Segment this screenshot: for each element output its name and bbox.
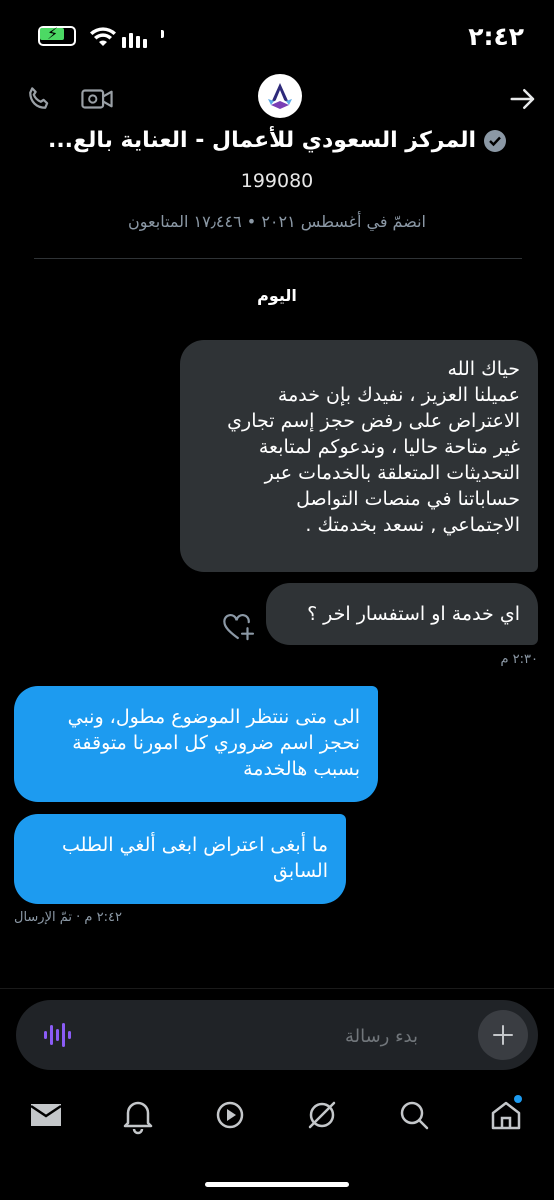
message-bubble-incoming[interactable]: حياك الله عميلنا العزيز ، نفيدك بإن خدمة…: [180, 340, 538, 572]
arrow-right-icon[interactable]: [508, 84, 538, 114]
message-input[interactable]: [116, 1015, 420, 1057]
waveform-icon[interactable]: [42, 1020, 72, 1050]
avatar[interactable]: [258, 74, 302, 118]
message-status: ٢:٤٢ م · تمّ الإرسال: [14, 910, 122, 925]
add-attachment-button[interactable]: [478, 1010, 528, 1060]
bell-icon[interactable]: [108, 1085, 168, 1145]
composer-divider: [0, 988, 554, 989]
verified-badge-icon: [484, 130, 507, 152]
mail-icon[interactable]: [16, 1085, 76, 1145]
conversation-title[interactable]: المركز السعودي للأعمال - العناية بالع...: [48, 128, 476, 153]
message-timestamp: ٢:٣٠ م: [500, 652, 538, 667]
header-divider: [34, 258, 522, 259]
status-time: ٢:٤٢: [468, 22, 524, 51]
home-icon[interactable]: [476, 1085, 536, 1145]
video-icon[interactable]: [80, 84, 114, 114]
home-indicator: [205, 1182, 349, 1187]
heart-plus-icon[interactable]: [222, 612, 256, 642]
conversation-title-row: المركز السعودي للأعمال - العناية بالع...: [0, 128, 554, 153]
signal-icon: [122, 33, 147, 48]
search-icon[interactable]: [384, 1085, 444, 1145]
message-bubble-outgoing[interactable]: ما أبغى اعتراض ابغى ألغي الطلب السابق: [14, 814, 346, 904]
battery-icon: ⚡: [38, 24, 164, 46]
day-label: اليوم: [257, 286, 297, 305]
message-bubble-incoming[interactable]: اي خدمة او استفسار اخر ؟: [266, 583, 538, 645]
message-composer: [16, 1000, 538, 1070]
message-bubble-outgoing[interactable]: الى متى ننتظر الموضوع مطول، ونبي نحجز اس…: [14, 686, 378, 802]
wifi-icon: [90, 27, 116, 46]
tab-bar: [0, 1085, 554, 1155]
plus-icon: [493, 1025, 513, 1045]
status-icons: ⚡: [38, 24, 164, 50]
conversation-handle: 199080: [240, 170, 314, 192]
play-icon[interactable]: [200, 1085, 260, 1145]
phone-icon[interactable]: [24, 84, 54, 114]
conversation-meta: انضمّ في أغسطس ٢٠٢١ • ١٧٫٤٤٦ المتابعون: [128, 212, 426, 231]
grok-icon[interactable]: [292, 1085, 352, 1145]
logo-icon: [268, 83, 292, 109]
